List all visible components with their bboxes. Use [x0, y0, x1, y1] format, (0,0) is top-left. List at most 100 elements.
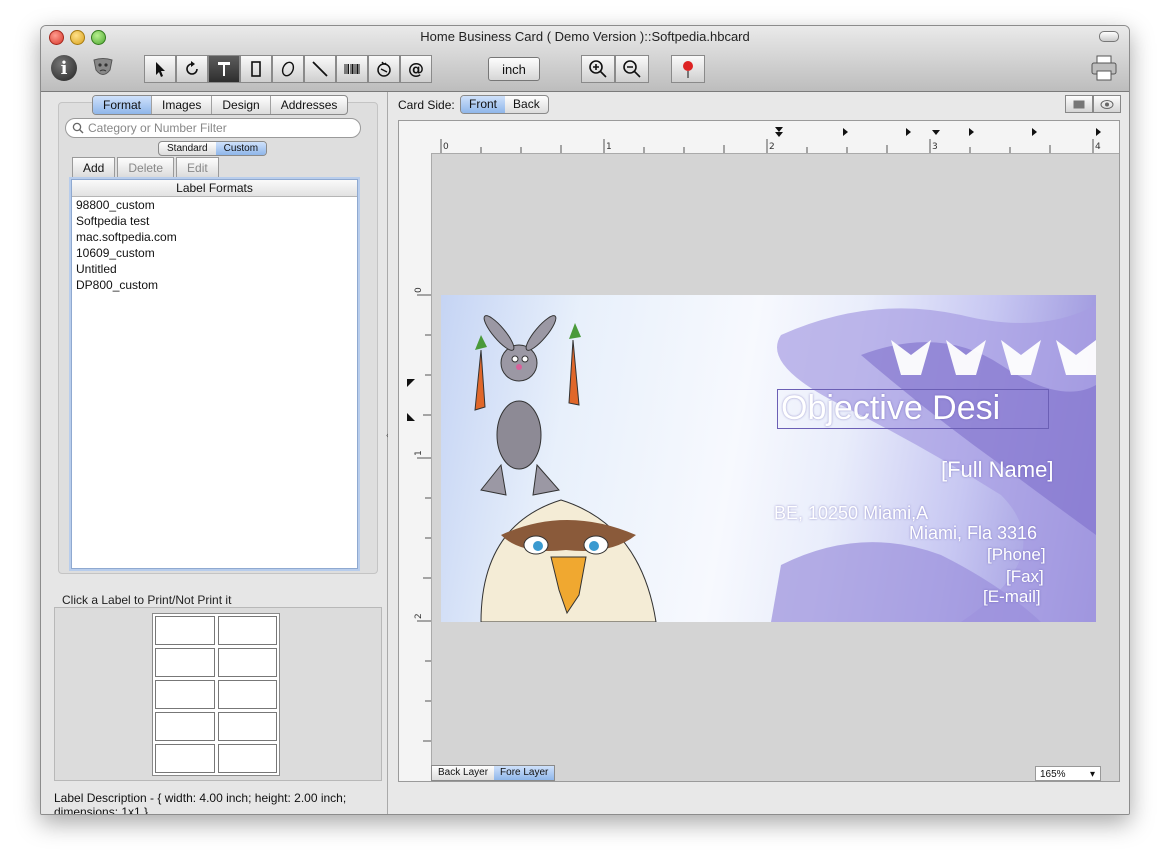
- card-phone[interactable]: [Phone]: [987, 545, 1046, 565]
- sheet-label[interactable]: [155, 712, 215, 741]
- map-pin-icon: [683, 61, 693, 78]
- ruler-label: 1: [414, 450, 424, 456]
- line-icon: [312, 61, 328, 77]
- tab-images[interactable]: Images: [152, 96, 213, 114]
- add-button[interactable]: Add: [72, 157, 116, 179]
- layer-switch: Back Layer Fore Layer: [431, 765, 556, 781]
- theater-mask-icon[interactable]: [91, 56, 115, 80]
- email-tool[interactable]: @: [400, 55, 432, 83]
- business-card[interactable]: Objective Desi [Full Name] BE, 10250 Mia…: [441, 295, 1096, 622]
- list-item[interactable]: DP800_custom: [72, 277, 357, 293]
- rectangle-tool[interactable]: [240, 55, 272, 83]
- tab-design[interactable]: Design: [212, 96, 271, 114]
- card-address[interactable]: BE, 10250 Miami,A: [774, 503, 928, 524]
- info-icon[interactable]: i: [51, 55, 77, 81]
- rotate-tool[interactable]: [176, 55, 208, 83]
- back-layer-button[interactable]: Back Layer: [432, 766, 494, 780]
- svg-text:@: @: [408, 59, 424, 78]
- tab-addresses[interactable]: Addresses: [271, 96, 348, 114]
- search-field[interactable]: Category or Number Filter: [65, 118, 361, 138]
- barcode-tool[interactable]: [336, 55, 368, 83]
- edit-button[interactable]: Edit: [176, 157, 219, 179]
- arrow-icon: [156, 62, 165, 77]
- back-side-button[interactable]: Back: [505, 96, 548, 113]
- delete-button[interactable]: Delete: [117, 157, 175, 179]
- window-title: Home Business Card ( Demo Version )::Sof…: [420, 29, 750, 44]
- fore-layer-button[interactable]: Fore Layer: [494, 766, 555, 780]
- sheet-label[interactable]: [155, 648, 215, 677]
- sheet-label[interactable]: [217, 680, 277, 709]
- list-item[interactable]: 10609_custom: [72, 245, 357, 261]
- list-item[interactable]: Softpedia test: [72, 213, 357, 229]
- card-full-name[interactable]: [Full Name]: [941, 457, 1053, 483]
- sheet-preview: [54, 607, 382, 781]
- grid-view-button[interactable]: [1065, 95, 1093, 113]
- sheet-label[interactable]: [155, 744, 215, 773]
- image-icon: [377, 61, 391, 77]
- card-objective[interactable]: Objective Desi: [781, 389, 1000, 428]
- design-canvas[interactable]: 0 1 2 3 4 0 1 2 Objective Desi [Full Nam…: [398, 120, 1120, 782]
- tab-format[interactable]: Format: [93, 96, 153, 114]
- card-city[interactable]: Miami, Fla 3316: [909, 523, 1037, 544]
- list-item[interactable]: 98800_custom: [72, 197, 357, 213]
- sheet-label[interactable]: [217, 616, 277, 645]
- rotate-icon: [186, 61, 198, 75]
- label-sheet: [152, 613, 280, 776]
- ellipse-icon: [281, 61, 295, 77]
- list-item[interactable]: mac.softpedia.com: [72, 229, 357, 245]
- barcode-icon: [344, 64, 360, 74]
- card-email[interactable]: [E-mail]: [983, 587, 1041, 607]
- rectangle-icon: [251, 61, 261, 77]
- ruler-label: 2: [414, 613, 424, 619]
- zoom-in-button[interactable]: [581, 55, 615, 83]
- print-hint: Click a Label to Print/Not Print it: [62, 593, 232, 607]
- sheet-label[interactable]: [217, 744, 277, 773]
- text-tool[interactable]: [208, 55, 240, 83]
- label-formats-list: Label Formats 98800_custom Softpedia tes…: [71, 179, 358, 569]
- left-panel: Format Images Design Addresses Category …: [41, 92, 388, 814]
- unit-button[interactable]: inch: [488, 57, 540, 81]
- preview-button[interactable]: [1093, 95, 1121, 113]
- rabbit-illustration: [474, 315, 581, 496]
- sheet-label[interactable]: [155, 616, 215, 645]
- standard-custom-switch: Standard Custom: [158, 141, 268, 156]
- format-actions: Add Delete Edit: [72, 157, 221, 179]
- chevron-down-icon: ▾: [1089, 769, 1095, 780]
- front-side-button[interactable]: Front: [461, 96, 506, 113]
- view-buttons: [1065, 95, 1121, 113]
- sheet-label[interactable]: [155, 680, 215, 709]
- vertical-ruler: 0 1 2: [399, 153, 432, 781]
- image-tool[interactable]: [368, 55, 400, 83]
- horizontal-ruler: 0 1 2 3 4: [399, 121, 1119, 154]
- map-pin-button[interactable]: [671, 55, 705, 83]
- search-placeholder: Category or Number Filter: [88, 121, 227, 135]
- card-side-label: Card Side:: [398, 98, 455, 112]
- ruler-label: 4: [1095, 142, 1101, 152]
- line-tool[interactable]: [304, 55, 336, 83]
- zoom-out-button[interactable]: [615, 55, 649, 83]
- ellipse-tool[interactable]: [272, 55, 304, 83]
- list-item[interactable]: Untitled: [72, 261, 357, 277]
- segment-standard[interactable]: Standard: [159, 142, 216, 155]
- printer-icon[interactable]: [1089, 53, 1119, 83]
- sheet-label[interactable]: [217, 648, 277, 677]
- ruler-label: 3: [932, 142, 938, 152]
- vertical-ruler-svg: 0 1 2: [407, 287, 431, 742]
- segment-custom[interactable]: Custom: [215, 142, 267, 155]
- zoom-select[interactable]: 165% ▾: [1035, 766, 1101, 781]
- ruler-label: 0: [443, 142, 449, 152]
- zoom-in-icon: [589, 60, 607, 78]
- sheet-label[interactable]: [217, 712, 277, 741]
- ruler-ticks-svg: 0 1 2 3 4: [440, 127, 1101, 153]
- left-panel-tabs: Format Images Design Addresses: [92, 95, 349, 115]
- toolbar-toggle-button[interactable]: [1099, 31, 1119, 42]
- zoom-out-icon: [623, 60, 641, 78]
- card-side-switch: Front Back: [460, 95, 549, 114]
- label-formats-header[interactable]: Label Formats: [72, 180, 357, 197]
- title-bar: Home Business Card ( Demo Version )::Sof…: [41, 26, 1129, 92]
- label-description: Label Description - { width: 4.00 inch; …: [54, 791, 347, 815]
- square-icon: [1073, 100, 1085, 108]
- select-arrow-tool[interactable]: [144, 55, 176, 83]
- card-fax[interactable]: [Fax]: [1006, 567, 1044, 587]
- ruler-label: 0: [414, 287, 424, 293]
